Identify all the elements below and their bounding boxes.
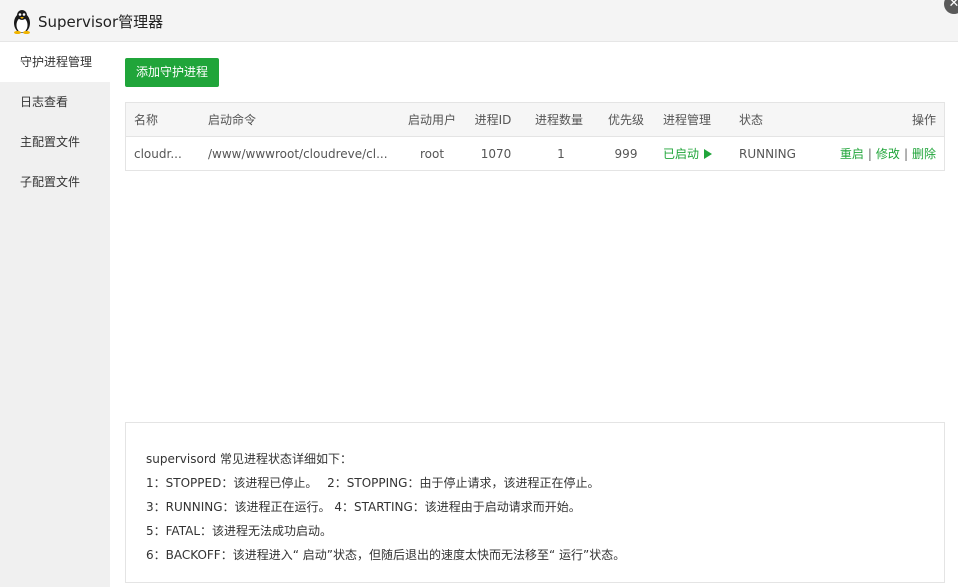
process-table: 名称 启动命令 启动用户 进程ID 进程数量 优先级 进程管理 状态 操作 cl… bbox=[125, 102, 945, 171]
sidebar-item-log-view[interactable]: 日志查看 bbox=[0, 82, 110, 122]
sidebar-item-label: 子配置文件 bbox=[20, 175, 81, 189]
title-bar: Supervisor管理器 ✕ bbox=[0, 0, 958, 42]
table-row: cloudr... /www/wwwroot/cloudreve/cl... r… bbox=[126, 137, 944, 170]
sidebar-item-sub-config[interactable]: 子配置文件 bbox=[0, 162, 110, 202]
info-heading: supervisord 常见进程状态详细如下： bbox=[146, 452, 352, 466]
header-command[interactable]: 启动命令 bbox=[208, 103, 388, 136]
close-icon: ✕ bbox=[948, 0, 958, 11]
status-info-box: supervisord 常见进程状态详细如下： 1：STOPPED：该进程已停止… bbox=[125, 422, 945, 583]
header-user[interactable]: 启动用户 bbox=[398, 103, 466, 136]
cell-actions: 重启 | 修改 | 删除 bbox=[816, 137, 936, 170]
header-pid[interactable]: 进程ID bbox=[466, 103, 520, 136]
sidebar-item-label: 守护进程管理 bbox=[20, 55, 93, 69]
cell-name: cloudr... bbox=[134, 146, 182, 161]
cell-priority: 999 bbox=[614, 146, 638, 161]
close-button[interactable]: ✕ bbox=[944, 0, 958, 14]
header-count[interactable]: 进程数量 bbox=[526, 103, 592, 136]
header-priority[interactable]: 优先级 bbox=[596, 103, 656, 136]
play-icon[interactable] bbox=[704, 148, 713, 159]
header-name[interactable]: 名称 bbox=[134, 103, 194, 136]
sidebar-item-daemon-management[interactable]: 守护进程管理 bbox=[0, 42, 110, 82]
cell-count: 1 bbox=[557, 146, 565, 161]
restart-link[interactable]: 重启 bbox=[840, 145, 864, 162]
cell-pid: 1070 bbox=[480, 146, 512, 161]
process-started-label: 已启动 bbox=[663, 147, 700, 161]
window-title: Supervisor管理器 bbox=[38, 13, 164, 31]
header-actions: 操作 bbox=[911, 113, 936, 127]
sidebar-item-label: 主配置文件 bbox=[20, 135, 81, 149]
info-line: 6：BACKOFF：该进程进入“ 启动”状态，但随后退出的速度太快而无法移至“ … bbox=[146, 548, 626, 562]
sidebar-item-label: 日志查看 bbox=[20, 95, 69, 109]
header-status[interactable]: 状态 bbox=[739, 103, 809, 136]
action-separator: | bbox=[867, 146, 872, 161]
cell-status: RUNNING bbox=[739, 146, 796, 161]
edit-link[interactable]: 修改 bbox=[876, 145, 900, 162]
table-header: 名称 启动命令 启动用户 进程ID 进程数量 优先级 进程管理 状态 操作 bbox=[126, 103, 944, 137]
header-manage[interactable]: 进程管理 bbox=[663, 103, 733, 136]
add-daemon-button[interactable]: 添加守护进程 bbox=[125, 58, 219, 87]
supervisor-window: Supervisor管理器 ✕ 守护进程管理 日志查看 主配置文件 子配置文件 … bbox=[0, 0, 958, 587]
info-line: 5：FATAL：该进程无法成功启动。 bbox=[146, 524, 333, 538]
cell-manage[interactable]: 已启动 bbox=[663, 137, 733, 170]
sidebar: 守护进程管理 日志查看 主配置文件 子配置文件 bbox=[0, 42, 110, 587]
info-line: 3：RUNNING：该进程正在运行。 4：STARTING：该进程由于启动请求而… bbox=[146, 500, 581, 514]
cell-command: /www/wwwroot/cloudreve/cl... bbox=[208, 146, 388, 161]
delete-link[interactable]: 删除 bbox=[912, 145, 936, 162]
cell-user: root bbox=[419, 146, 445, 161]
sidebar-item-main-config[interactable]: 主配置文件 bbox=[0, 122, 110, 162]
action-separator: | bbox=[903, 146, 908, 161]
linux-penguin-icon bbox=[14, 10, 30, 34]
info-line: 1：STOPPED：该进程已停止。 2：STOPPING：由于停止请求，该进程正… bbox=[146, 476, 600, 490]
